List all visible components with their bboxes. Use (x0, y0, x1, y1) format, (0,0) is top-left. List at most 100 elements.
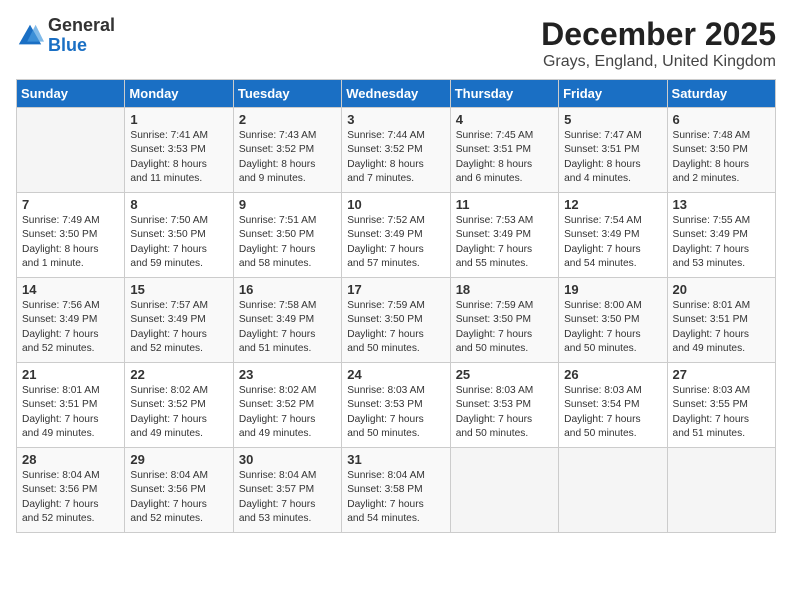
calendar-cell: 10 Sunrise: 7:52 AM Sunset: 3:49 PM Dayli… (342, 193, 450, 278)
calendar-cell: 15 Sunrise: 7:57 AM Sunset: 3:49 PM Dayli… (125, 278, 233, 363)
calendar-cell: 25Sunrise: 8:03 AM Sunset: 3:53 PM Dayli… (450, 363, 558, 448)
day-info: Sunrise: 8:01 AM Sunset: 3:51 PM Dayligh… (673, 299, 770, 356)
day-info: Sunrise: 7:59 AM Sunset: 3:50 PM Dayligh… (456, 299, 553, 356)
day-info: Sunrise: 7:43 AM Sunset: 3:52 PM Dayligh… (239, 129, 336, 186)
title-block: December 2025 Grays, England, United Kin… (541, 16, 776, 71)
day-info: Sunrise: 7:54 AM Sunset: 3:49 PM Dayligh… (564, 214, 661, 271)
calendar-cell: 19Sunrise: 8:00 AM Sunset: 3:50 PM Dayli… (559, 278, 667, 363)
calendar-cell: 6 Sunrise: 7:48 AM Sunset: 3:50 PM Daylig… (667, 108, 775, 193)
day-number: 18 (456, 282, 553, 297)
calendar-cell: 14 Sunrise: 7:56 AM Sunset: 3:49 PM Dayli… (17, 278, 125, 363)
day-number: 26 (564, 367, 661, 382)
weekday-header: Wednesday (342, 80, 450, 108)
day-info: Sunrise: 7:55 AM Sunset: 3:49 PM Dayligh… (673, 214, 770, 271)
day-info: Sunrise: 8:01 AM Sunset: 3:51 PM Dayligh… (22, 384, 119, 441)
calendar-cell: 13 Sunrise: 7:55 AM Sunset: 3:49 PM Dayli… (667, 193, 775, 278)
location: Grays, England, United Kingdom (541, 53, 776, 71)
day-number: 27 (673, 367, 770, 382)
day-number: 8 (130, 197, 227, 212)
day-number: 20 (673, 282, 770, 297)
calendar-week-row: 21Sunrise: 8:01 AM Sunset: 3:51 PM Dayli… (17, 363, 776, 448)
calendar-cell: 20 Sunrise: 8:01 AM Sunset: 3:51 PM Dayli… (667, 278, 775, 363)
calendar-cell: 16Sunrise: 7:58 AM Sunset: 3:49 PM Dayli… (233, 278, 341, 363)
day-number: 10 (347, 197, 444, 212)
day-info: Sunrise: 7:51 AM Sunset: 3:50 PM Dayligh… (239, 214, 336, 271)
day-info: Sunrise: 8:02 AM Sunset: 3:52 PM Dayligh… (239, 384, 336, 441)
day-number: 11 (456, 197, 553, 212)
day-number: 1 (130, 112, 227, 127)
calendar-cell: 11 Sunrise: 7:53 AM Sunset: 3:49 PM Dayli… (450, 193, 558, 278)
day-info: Sunrise: 7:49 AM Sunset: 3:50 PM Dayligh… (22, 214, 119, 271)
day-info: Sunrise: 7:45 AM Sunset: 3:51 PM Dayligh… (456, 129, 553, 186)
logo-blue-text: Blue (48, 36, 115, 56)
calendar-cell: 17 Sunrise: 7:59 AM Sunset: 3:50 PM Dayli… (342, 278, 450, 363)
weekday-header: Sunday (17, 80, 125, 108)
calendar-cell (559, 448, 667, 533)
day-info: Sunrise: 7:48 AM Sunset: 3:50 PM Dayligh… (673, 129, 770, 186)
day-info: Sunrise: 7:47 AM Sunset: 3:51 PM Dayligh… (564, 129, 661, 186)
day-number: 30 (239, 452, 336, 467)
calendar-week-row: 14 Sunrise: 7:56 AM Sunset: 3:49 PM Dayli… (17, 278, 776, 363)
day-number: 31 (347, 452, 444, 467)
calendar-cell: 27 Sunrise: 8:03 AM Sunset: 3:55 PM Dayli… (667, 363, 775, 448)
day-number: 22 (130, 367, 227, 382)
day-number: 28 (22, 452, 119, 467)
day-number: 2 (239, 112, 336, 127)
day-number: 13 (673, 197, 770, 212)
calendar-cell (17, 108, 125, 193)
calendar-week-row: 28 Sunrise: 8:04 AM Sunset: 3:56 PM Dayli… (17, 448, 776, 533)
day-info: Sunrise: 8:03 AM Sunset: 3:53 PM Dayligh… (347, 384, 444, 441)
day-number: 29 (130, 452, 227, 467)
day-number: 17 (347, 282, 444, 297)
calendar-header: SundayMondayTuesdayWednesdayThursdayFrid… (17, 80, 776, 108)
calendar-cell: 28 Sunrise: 8:04 AM Sunset: 3:56 PM Dayli… (17, 448, 125, 533)
logo: General Blue (16, 16, 115, 56)
day-number: 9 (239, 197, 336, 212)
day-number: 19 (564, 282, 661, 297)
day-info: Sunrise: 7:53 AM Sunset: 3:49 PM Dayligh… (456, 214, 553, 271)
calendar-cell: 31 Sunrise: 8:04 AM Sunset: 3:58 PM Dayli… (342, 448, 450, 533)
calendar-cell: 29 Sunrise: 8:04 AM Sunset: 3:56 PM Dayli… (125, 448, 233, 533)
page-header: General Blue December 2025 Grays, Englan… (16, 16, 776, 71)
day-info: Sunrise: 7:59 AM Sunset: 3:50 PM Dayligh… (347, 299, 444, 356)
weekday-header: Thursday (450, 80, 558, 108)
calendar-cell: 4 Sunrise: 7:45 AM Sunset: 3:51 PM Daylig… (450, 108, 558, 193)
day-info: Sunrise: 7:57 AM Sunset: 3:49 PM Dayligh… (130, 299, 227, 356)
calendar-week-row: 7Sunrise: 7:49 AM Sunset: 3:50 PM Daylig… (17, 193, 776, 278)
day-info: Sunrise: 7:44 AM Sunset: 3:52 PM Dayligh… (347, 129, 444, 186)
logo-icon (16, 22, 44, 50)
day-info: Sunrise: 8:04 AM Sunset: 3:56 PM Dayligh… (22, 469, 119, 526)
calendar-cell: 8Sunrise: 7:50 AM Sunset: 3:50 PM Daylig… (125, 193, 233, 278)
calendar-cell: 30Sunrise: 8:04 AM Sunset: 3:57 PM Dayli… (233, 448, 341, 533)
day-info: Sunrise: 7:58 AM Sunset: 3:49 PM Dayligh… (239, 299, 336, 356)
day-info: Sunrise: 8:04 AM Sunset: 3:56 PM Dayligh… (130, 469, 227, 526)
day-number: 4 (456, 112, 553, 127)
day-number: 5 (564, 112, 661, 127)
logo-general-text: General (48, 16, 115, 36)
day-number: 25 (456, 367, 553, 382)
day-number: 23 (239, 367, 336, 382)
calendar-cell: 21Sunrise: 8:01 AM Sunset: 3:51 PM Dayli… (17, 363, 125, 448)
calendar-week-row: 1Sunrise: 7:41 AM Sunset: 3:53 PM Daylig… (17, 108, 776, 193)
day-info: Sunrise: 7:52 AM Sunset: 3:49 PM Dayligh… (347, 214, 444, 271)
calendar-table: SundayMondayTuesdayWednesdayThursdayFrid… (16, 79, 776, 533)
weekday-header: Saturday (667, 80, 775, 108)
day-info: Sunrise: 8:03 AM Sunset: 3:54 PM Dayligh… (564, 384, 661, 441)
day-info: Sunrise: 8:03 AM Sunset: 3:55 PM Dayligh… (673, 384, 770, 441)
day-number: 15 (130, 282, 227, 297)
day-info: Sunrise: 8:04 AM Sunset: 3:58 PM Dayligh… (347, 469, 444, 526)
day-number: 24 (347, 367, 444, 382)
day-number: 12 (564, 197, 661, 212)
calendar-cell (667, 448, 775, 533)
day-info: Sunrise: 8:02 AM Sunset: 3:52 PM Dayligh… (130, 384, 227, 441)
day-info: Sunrise: 7:56 AM Sunset: 3:49 PM Dayligh… (22, 299, 119, 356)
day-number: 6 (673, 112, 770, 127)
day-number: 3 (347, 112, 444, 127)
calendar-cell: 23 Sunrise: 8:02 AM Sunset: 3:52 PM Dayli… (233, 363, 341, 448)
calendar-cell (450, 448, 558, 533)
calendar-cell: 1Sunrise: 7:41 AM Sunset: 3:53 PM Daylig… (125, 108, 233, 193)
calendar-cell: 7Sunrise: 7:49 AM Sunset: 3:50 PM Daylig… (17, 193, 125, 278)
calendar-cell: 22 Sunrise: 8:02 AM Sunset: 3:52 PM Dayli… (125, 363, 233, 448)
day-number: 14 (22, 282, 119, 297)
weekday-header: Tuesday (233, 80, 341, 108)
